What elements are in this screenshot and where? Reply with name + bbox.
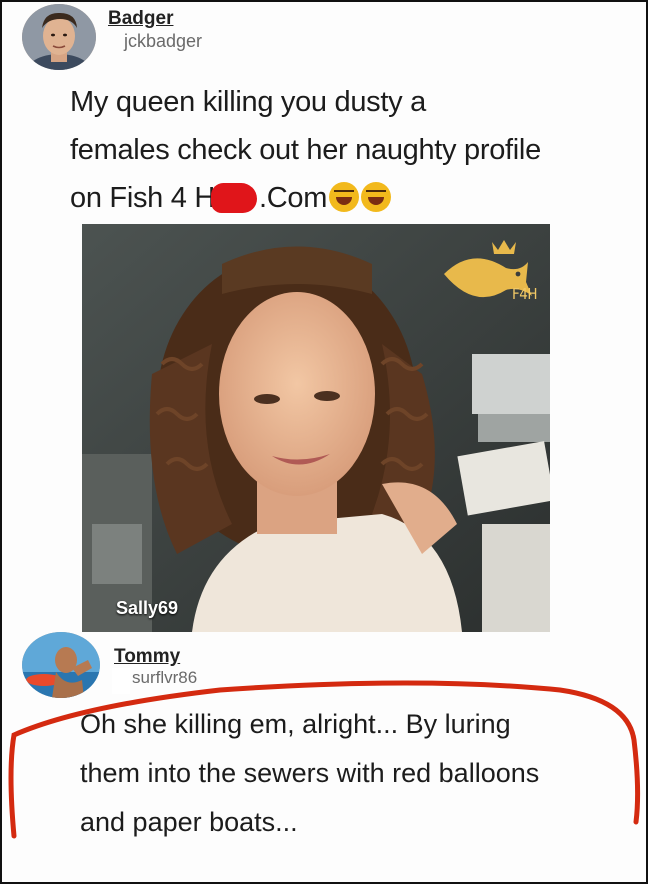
badger-avatar-image: [22, 4, 96, 70]
profile-photo[interactable]: [82, 224, 550, 632]
post-text-line-2: females check out her naughty profile: [70, 134, 541, 166]
badger-avatar[interactable]: [22, 4, 96, 70]
post-text-line-1: My queen killing you dusty a: [70, 86, 426, 118]
laughing-emoji-icon: [361, 182, 392, 212]
tommy-avatar-image: [22, 632, 100, 698]
laughing-emoji-icon: [329, 182, 360, 212]
photo-caption: Sally69: [116, 598, 179, 618]
post-author-name[interactable]: Badger: [108, 8, 173, 30]
woman-selfie-illustration: [82, 224, 550, 632]
red-redaction-mark: [211, 183, 257, 213]
post-text-line-3-end: .Com: [259, 182, 328, 214]
post-text-line-3: on Fish 4 H .Com: [70, 174, 630, 222]
watermark-text: F4H: [512, 285, 538, 303]
tommy-avatar[interactable]: [22, 632, 100, 698]
reply-author-handle[interactable]: surflvr86: [132, 668, 197, 688]
post-author-handle[interactable]: jckbadger: [124, 31, 202, 52]
redaction-white-patch: [112, 668, 130, 694]
reply-text-line-2: them into the sewers with red balloons: [80, 758, 540, 788]
reply-text-line-3: and paper boats...: [80, 807, 298, 837]
post-text: My queen killing you dusty a females che…: [70, 78, 630, 222]
reply-text-line-1: Oh she killing em, alright... By luring: [80, 709, 511, 739]
reply-text: Oh she killing em, alright... By luring …: [80, 700, 620, 847]
post-text-line-3-start: on Fish 4 H: [70, 182, 215, 214]
reply-author-name[interactable]: Tommy: [114, 646, 180, 668]
